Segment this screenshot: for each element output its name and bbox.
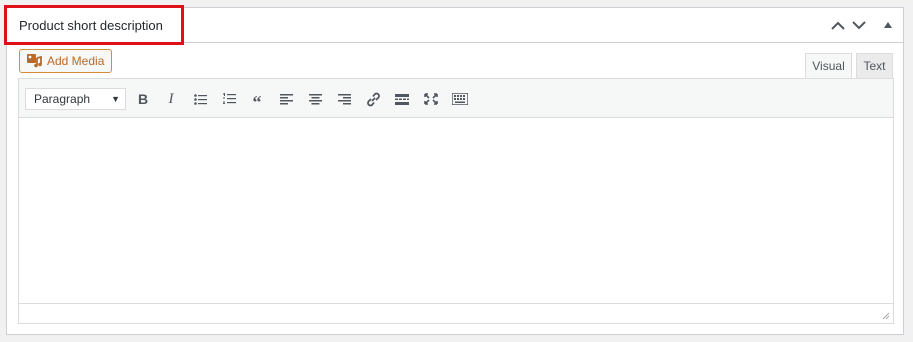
move-down-button[interactable] xyxy=(850,16,868,34)
editor-content-area[interactable] xyxy=(19,118,893,304)
bulleted-list-icon xyxy=(193,93,207,105)
align-right-button[interactable] xyxy=(332,88,356,110)
tab-visual[interactable]: Visual xyxy=(805,53,852,78)
editor-container: Paragraph ▼ B I “ xyxy=(18,78,894,324)
fullscreen-button[interactable] xyxy=(419,88,443,110)
resize-handle-icon[interactable] xyxy=(882,312,890,320)
add-media-button[interactable]: Add Media xyxy=(19,49,112,73)
align-center-button[interactable] xyxy=(303,88,327,110)
align-center-icon xyxy=(308,93,322,104)
move-up-button[interactable] xyxy=(829,16,847,34)
numbered-list-icon xyxy=(222,93,236,104)
italic-button[interactable]: I xyxy=(159,88,183,110)
toggle-panel-button[interactable] xyxy=(879,16,897,34)
chevron-down-icon xyxy=(852,20,866,29)
bulleted-list-button[interactable] xyxy=(188,88,212,110)
tab-text[interactable]: Text xyxy=(856,53,893,78)
format-select-value: Paragraph xyxy=(34,92,91,106)
align-left-button[interactable] xyxy=(274,88,298,110)
product-short-description-metabox: Product short description Add Media Visu… xyxy=(4,5,904,335)
bold-button[interactable]: B xyxy=(131,88,155,110)
italic-icon: I xyxy=(168,90,174,107)
highlight-box xyxy=(4,5,184,45)
link-icon xyxy=(366,92,380,106)
read-more-icon xyxy=(395,93,409,105)
editor-statusbar xyxy=(19,303,893,323)
add-media-label: Add Media xyxy=(47,54,105,68)
editor-toolbar: Paragraph ▼ B I “ xyxy=(19,79,893,118)
blockquote-button[interactable]: “ xyxy=(245,88,269,112)
triangle-up-icon xyxy=(884,22,892,28)
read-more-button[interactable] xyxy=(390,88,414,110)
toolbar-toggle-button[interactable] xyxy=(448,88,472,110)
align-right-icon xyxy=(337,93,351,104)
numbered-list-button[interactable] xyxy=(217,88,241,110)
media-icon xyxy=(27,54,42,68)
bold-icon: B xyxy=(137,91,149,107)
blockquote-icon: “ xyxy=(252,92,262,112)
format-select[interactable]: Paragraph ▼ xyxy=(25,88,126,110)
chevron-up-icon xyxy=(831,21,845,30)
caret-down-icon: ▼ xyxy=(111,94,120,104)
align-left-icon xyxy=(279,93,293,104)
fullscreen-icon xyxy=(424,93,438,105)
insert-link-button[interactable] xyxy=(361,88,385,110)
keyboard-icon xyxy=(452,93,468,105)
